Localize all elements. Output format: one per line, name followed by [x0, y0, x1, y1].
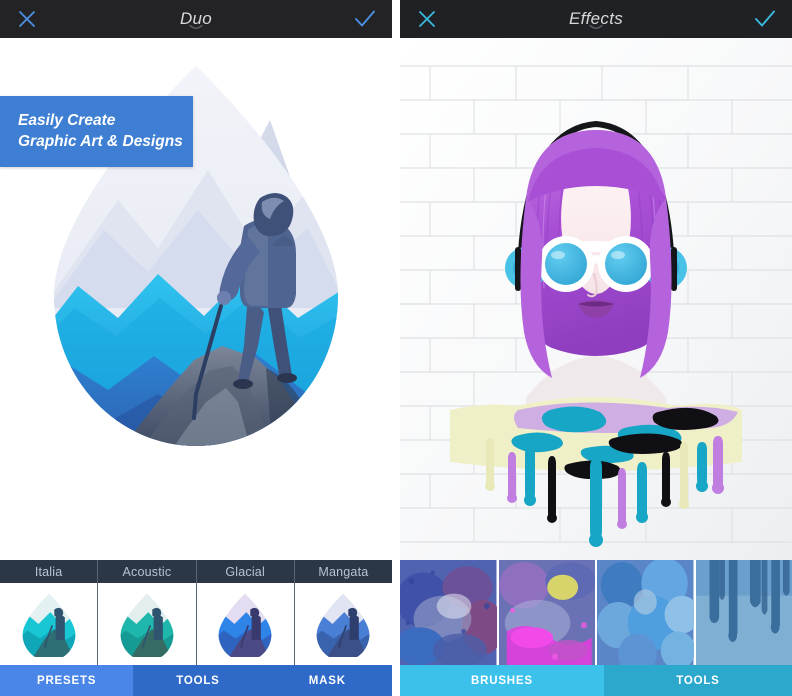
effects-topbar: Effects: [400, 0, 792, 38]
brush-item[interactable]: [400, 560, 499, 665]
preset-thumbnail-icon: [218, 593, 272, 657]
splatter-pink-neon-icon: [498, 560, 595, 665]
page-title: Duo: [179, 9, 213, 28]
purple-hair-portrait-paint-drip[interactable]: [400, 38, 792, 560]
preset-strip[interactable]: Italia Acoustic Glacial Mangata: [0, 560, 392, 665]
drip-vertical-blue-icon: [695, 560, 792, 665]
effects-canvas[interactable]: [400, 38, 792, 560]
preset-label: Glacial: [196, 560, 294, 583]
preset-label: Mangata: [294, 560, 392, 583]
preset-item[interactable]: Italia: [0, 560, 99, 665]
preset-thumb-wrap[interactable]: [98, 583, 196, 665]
chevron-down-icon[interactable]: [0, 19, 392, 37]
duo-topbar: Duo: [0, 0, 392, 38]
preset-thumb-wrap[interactable]: [196, 583, 294, 665]
blob-cyan-cluster-icon: [597, 560, 694, 665]
splatter-blue-magenta-icon: [400, 560, 497, 665]
tab-brushes[interactable]: BRUSHES: [400, 665, 604, 696]
brush-item[interactable]: [597, 560, 696, 665]
tab-mask[interactable]: MASK: [262, 665, 392, 696]
caption-badge-duo: Easily Create Graphic Art & Designs: [0, 96, 193, 167]
page-title: Effects: [568, 9, 624, 28]
tab-tools[interactable]: TOOLS: [603, 665, 792, 696]
brush-strip[interactable]: [400, 560, 792, 665]
app-root: Duo Easily Create Graphic Art & Designs: [0, 0, 792, 696]
duo-bottom-tabs[interactable]: PRESETS TOOLS MASK: [0, 665, 392, 696]
screen-effects: Effects BRUSHES TOOLS: [400, 0, 792, 696]
preset-thumb-wrap[interactable]: [0, 583, 98, 665]
preset-thumbnail-icon: [316, 593, 370, 657]
tab-tools[interactable]: TOOLS: [133, 665, 263, 696]
preset-thumbnail-icon: [120, 593, 174, 657]
checkmark-icon[interactable]: [752, 6, 778, 32]
preset-item[interactable]: Glacial: [196, 560, 295, 665]
preset-item[interactable]: Mangata: [294, 560, 392, 665]
effects-bottom-tabs[interactable]: BRUSHES TOOLS: [400, 665, 792, 696]
preset-label: Italia: [0, 560, 98, 583]
caption-line-1: Easily Create: [18, 112, 116, 129]
tab-presets[interactable]: PRESETS: [0, 665, 134, 696]
preset-label: Acoustic: [98, 560, 196, 583]
screen-duo: Duo Easily Create Graphic Art & Designs: [0, 0, 392, 696]
brush-item[interactable]: [695, 560, 792, 665]
checkmark-icon[interactable]: [352, 6, 378, 32]
chevron-down-icon[interactable]: [400, 19, 792, 37]
close-x-icon[interactable]: [14, 6, 40, 32]
preset-thumbnail-icon: [22, 593, 76, 657]
close-x-icon[interactable]: [414, 6, 440, 32]
preset-item[interactable]: Acoustic: [98, 560, 197, 665]
duo-canvas[interactable]: Easily Create Graphic Art & Designs: [0, 38, 392, 560]
panel-divider: [392, 0, 400, 696]
preset-thumb-wrap[interactable]: [294, 583, 392, 665]
caption-line-2: Graphic Art & Designs: [18, 133, 183, 150]
brush-item[interactable]: [498, 560, 597, 665]
